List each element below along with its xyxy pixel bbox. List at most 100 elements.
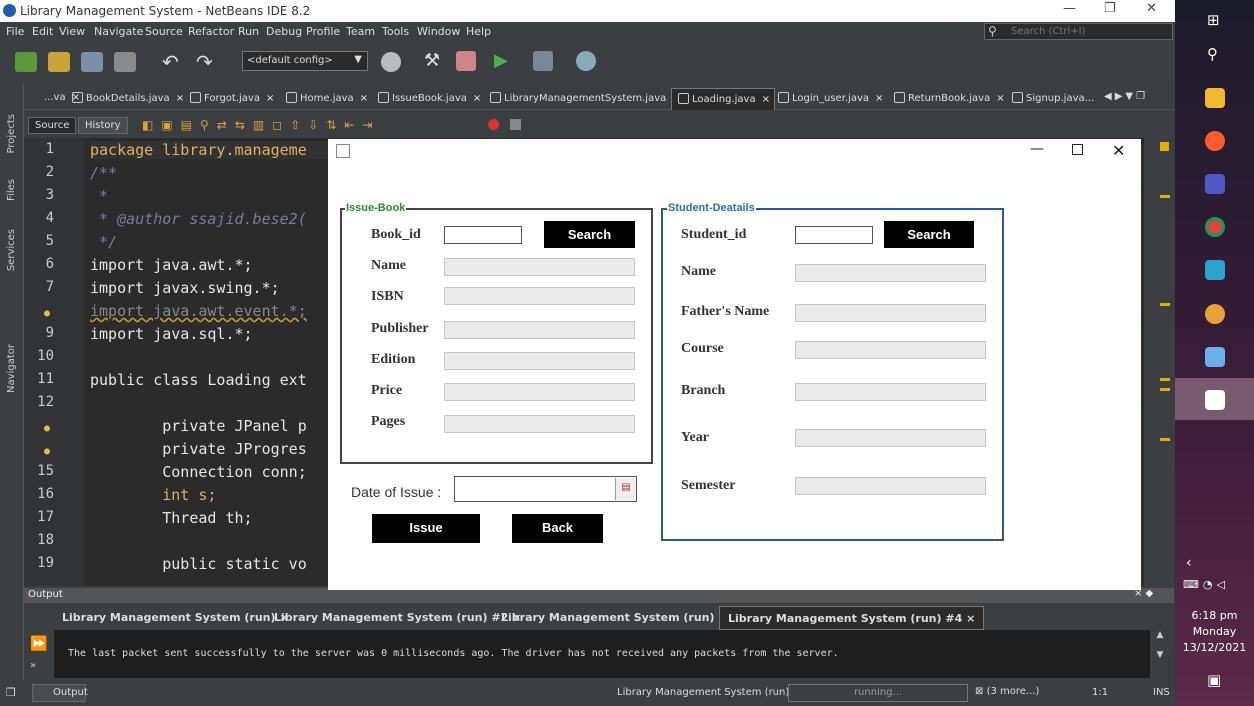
source-button[interactable]: Source: [28, 117, 77, 134]
hint-bulb-icon[interactable]: ●: [44, 423, 50, 434]
issue-button[interactable]: Issue: [372, 514, 480, 543]
close-icon[interactable]: ×: [473, 93, 481, 104]
restore-window-icon[interactable]: ❐: [6, 686, 16, 699]
restore-icon[interactable]: ❐: [1104, 1, 1116, 16]
date-of-issue-picker[interactable]: ▤: [454, 476, 637, 502]
menu-view[interactable]: View: [59, 25, 85, 38]
chevron-left-icon[interactable]: ‹: [1186, 555, 1192, 571]
app-blue-icon[interactable]: [1205, 260, 1225, 280]
close-icon[interactable]: ✕: [1146, 1, 1157, 16]
calendar-icon[interactable]: ▤: [615, 478, 636, 500]
search-input[interactable]: Search (Ctrl+I): [984, 23, 1173, 40]
profile-icon[interactable]: [576, 51, 596, 71]
minimize-icon[interactable]: —: [1063, 1, 1076, 16]
projects-tab[interactable]: Projects: [6, 114, 17, 153]
output-tab-run-4[interactable]: Library Management System (run) #4 ×: [719, 606, 985, 630]
clean-build-icon[interactable]: [456, 51, 476, 71]
close-icon[interactable]: ×: [762, 94, 770, 105]
clock[interactable]: 6:18 pm Monday 13/12/2021: [1175, 608, 1254, 656]
file-explorer-icon[interactable]: [1205, 88, 1225, 108]
minimize-icon[interactable]: —: [1030, 141, 1044, 157]
menu-team[interactable]: Team: [346, 25, 375, 38]
menu-navigate[interactable]: Navigate: [94, 25, 143, 38]
output-tab-run-2[interactable]: Library Management System (run) #2 ×: [266, 606, 529, 630]
search-icon[interactable]: ⚲: [1207, 45, 1218, 63]
build-icon[interactable]: ⚒: [424, 50, 440, 71]
tab-signup[interactable]: Signup.java...: [1012, 88, 1094, 110]
undo-icon[interactable]: ↶: [162, 50, 179, 74]
close-icon[interactable]: ×: [360, 93, 368, 104]
tab-nav-arrows-icon[interactable]: ◀▶▼❐: [1104, 91, 1148, 102]
app-flame-icon[interactable]: [1205, 131, 1225, 151]
menu-refactor[interactable]: Refactor: [188, 25, 234, 38]
book-search-button[interactable]: Search: [544, 221, 635, 248]
windows-start-icon[interactable]: ⊞: [1207, 11, 1220, 29]
tab-issuebook[interactable]: IssueBook.java ×: [378, 88, 481, 110]
warning-marker[interactable]: [1160, 438, 1170, 441]
progress-bar[interactable]: running...: [788, 684, 968, 702]
tab-loading[interactable]: Loading.java ×: [671, 88, 775, 110]
tab-librarymanagementsystem[interactable]: LibraryManagementSystem.java×: [490, 88, 681, 110]
new-file-icon[interactable]: [15, 52, 37, 72]
files-tab[interactable]: Files: [6, 179, 17, 201]
menu-edit[interactable]: Edit: [32, 25, 53, 38]
menu-window[interactable]: Window: [417, 25, 460, 38]
navigator-tab[interactable]: Navigator: [6, 344, 17, 393]
menu-run[interactable]: Run: [238, 25, 259, 38]
close-icon[interactable]: ×: [176, 93, 184, 104]
maximize-icon[interactable]: [1072, 144, 1083, 155]
java-icon[interactable]: [1205, 390, 1225, 410]
warning-marker[interactable]: [1160, 388, 1170, 391]
system-tray-icons[interactable]: ⌨◔◁: [1183, 578, 1229, 591]
debug-icon[interactable]: [533, 51, 553, 71]
menu-file[interactable]: File: [6, 25, 24, 38]
services-tab[interactable]: Services: [6, 229, 17, 271]
menu-help[interactable]: Help: [466, 25, 491, 38]
hint-bulb-icon[interactable]: ●: [44, 446, 50, 457]
warning-marker[interactable]: [1160, 142, 1169, 151]
new-project-icon[interactable]: [48, 52, 70, 72]
rerun-different-icon[interactable]: ⏩: [30, 636, 47, 652]
close-icon[interactable]: ×: [875, 93, 883, 104]
close-icon[interactable]: ×: [996, 93, 1004, 104]
virtualbox-icon[interactable]: [1205, 347, 1225, 367]
browser-icon[interactable]: [381, 52, 401, 72]
output-scrollbar[interactable]: ▲ ▼: [1152, 630, 1168, 678]
more-tasks[interactable]: ⊠ (3 more...): [975, 686, 1039, 697]
close-icon[interactable]: ⊠: [975, 686, 983, 697]
warning-marker[interactable]: [1160, 378, 1170, 381]
back-button[interactable]: Back: [512, 514, 603, 543]
output-toggle-button[interactable]: Output: [32, 684, 88, 702]
hint-bulb-icon[interactable]: ●: [44, 308, 50, 319]
chrome-icon[interactable]: [1205, 217, 1225, 237]
save-all-icon[interactable]: [114, 52, 136, 72]
menu-source[interactable]: Source: [145, 25, 183, 38]
menu-profile[interactable]: Profile: [306, 25, 340, 38]
config-select[interactable]: <default config> ▼: [242, 51, 368, 71]
editor-tools-icon[interactable]: ◧▣▤⚲⇄⇆▥◻⇧⇩⇅⇤⇥: [142, 118, 380, 132]
student-search-button[interactable]: Search: [884, 221, 974, 248]
tab-bookdetails[interactable]: BookDetails.java ×: [72, 88, 184, 110]
editor-scrollbar[interactable]: [1144, 138, 1175, 586]
close-icon[interactable]: ×: [966, 612, 975, 625]
teams-icon[interactable]: [1205, 174, 1225, 194]
open-project-icon[interactable]: [81, 52, 103, 72]
tab-home[interactable]: Home.java ×: [286, 88, 368, 110]
warning-marker[interactable]: [1160, 303, 1170, 306]
student-id-input[interactable]: [795, 226, 873, 244]
run-icon[interactable]: ▶: [494, 50, 508, 71]
stop-macro-icon[interactable]: [510, 119, 521, 130]
notification-icon[interactable]: ▣: [1207, 671, 1221, 689]
output-tab-run-3[interactable]: Library Management System (run) #3 ×: [493, 606, 756, 630]
close-icon[interactable]: ×: [266, 93, 274, 104]
book-id-input[interactable]: [444, 226, 522, 244]
history-button[interactable]: History: [78, 117, 128, 134]
chrome-profile-icon[interactable]: [1205, 304, 1225, 324]
tab-forgot[interactable]: Forgot.java ×: [190, 88, 274, 110]
output-console[interactable]: The last packet sent successfully to the…: [54, 630, 1150, 678]
output-tab-run[interactable]: Library Management System (run) ×: [54, 606, 297, 630]
redo-icon[interactable]: ↷: [196, 50, 213, 74]
tab-returnbook[interactable]: ReturnBook.java ×: [894, 88, 1005, 110]
record-macro-icon[interactable]: [488, 119, 499, 130]
tab-login-user[interactable]: Login_user.java ×: [778, 88, 883, 110]
